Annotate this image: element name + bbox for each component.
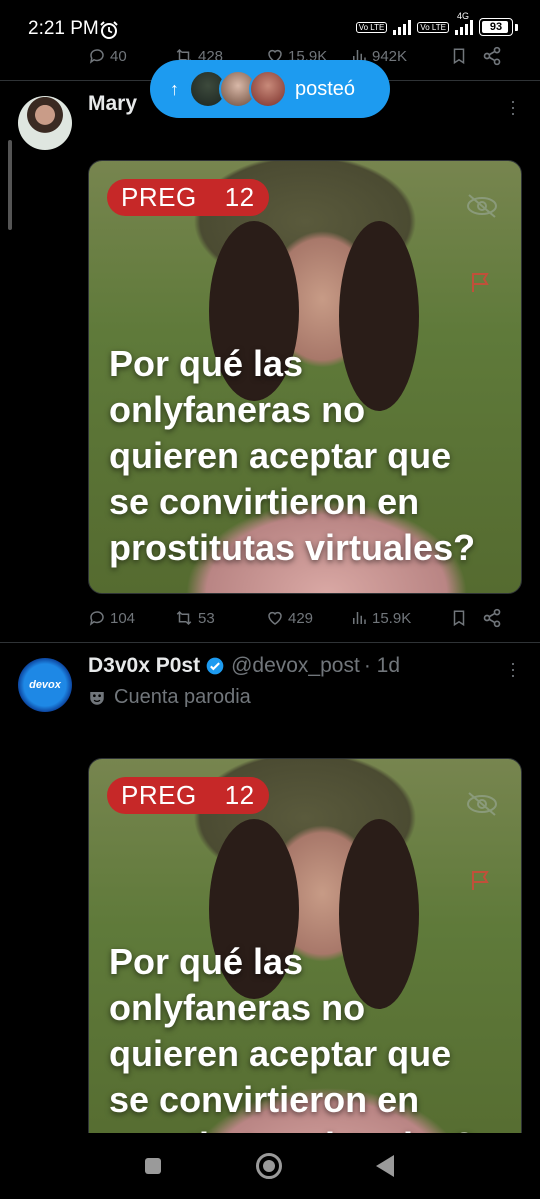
signal-icon: [393, 19, 412, 35]
views-button[interactable]: 15.9K: [350, 609, 450, 627]
recents-button[interactable]: [145, 1158, 161, 1174]
views-count: 15.9K: [372, 609, 412, 627]
share-button[interactable]: [482, 608, 506, 628]
eye-off-icon[interactable]: [465, 193, 499, 219]
tweet-author-name[interactable]: D3v0x P0st: [88, 654, 200, 678]
tweet-header: D3v0x P0st @devox_post · 1d: [88, 654, 400, 678]
new-posts-pill[interactable]: ↑ posteó: [150, 60, 390, 118]
parody-label: Cuenta parodia: [88, 686, 251, 709]
reply-icon: [89, 49, 104, 64]
tweet-handle[interactable]: @devox_post: [231, 654, 360, 678]
views-count: 942K: [372, 47, 408, 65]
share-icon: [483, 46, 501, 66]
home-button[interactable]: [256, 1153, 282, 1179]
bookmark-icon: [453, 610, 465, 627]
tweet-author-name[interactable]: Mary: [88, 92, 137, 116]
bookmark-button[interactable]: [450, 608, 482, 628]
avatar[interactable]: [18, 96, 72, 150]
network-type: 4G: [457, 11, 470, 21]
signal-4g-icon: 4G: [455, 11, 473, 35]
bookmark-icon: [453, 48, 465, 65]
eye-off-icon[interactable]: [465, 791, 499, 817]
flag-icon: [472, 871, 489, 890]
tweet-media[interactable]: PREG 12 Por qué las onlyfaneras no quiere…: [88, 758, 522, 1180]
tweet-actions: 104 53 429 15.9K: [88, 605, 518, 631]
verified-badge-icon: [206, 657, 224, 675]
avatar-logo-text: devox: [29, 679, 61, 691]
reply-count: 104: [110, 609, 136, 627]
media-headline: Por qué las onlyfaneras no quieren acept…: [109, 343, 476, 568]
avatar[interactable]: devox: [18, 658, 72, 712]
flag-icon: [472, 273, 489, 292]
retweet-icon: [176, 610, 192, 626]
retweet-count: 53: [198, 609, 215, 627]
bookmark-button[interactable]: [450, 46, 482, 66]
reply-button[interactable]: 104: [88, 609, 174, 627]
avatar: [249, 70, 287, 108]
share-button[interactable]: [482, 46, 506, 66]
battery-level: 93: [489, 21, 503, 33]
category-badge: PREG 12: [107, 777, 269, 814]
reply-icon: [89, 611, 104, 626]
pill-avatars: [189, 70, 287, 108]
pill-label: posteó: [295, 77, 356, 100]
reply-count: 40: [110, 47, 127, 65]
share-icon: [483, 608, 501, 628]
tweet-time: · 1d: [363, 654, 400, 677]
heart-icon: [268, 611, 282, 625]
volte-badge: Vo LTE: [355, 21, 388, 33]
status-time: 2:21 PM: [28, 18, 99, 39]
like-count: 429: [288, 609, 314, 627]
arrow-up-icon: ↑: [170, 78, 179, 99]
divider: [0, 642, 540, 643]
system-nav-bar: [0, 1133, 540, 1199]
status-indicators: Vo LTE Vo LTE 4G 93: [355, 11, 518, 36]
parody-text: Cuenta parodia: [114, 686, 251, 708]
scrollbar[interactable]: [8, 140, 12, 230]
alarm-clock-icon: [100, 21, 118, 39]
like-button[interactable]: 429: [266, 609, 350, 627]
battery-icon: 93: [479, 18, 513, 36]
retweet-button[interactable]: 53: [174, 609, 266, 627]
back-button[interactable]: [376, 1155, 394, 1177]
views-icon: [353, 612, 366, 624]
mask-icon: [90, 691, 104, 705]
category-badge: PREG 12: [107, 179, 269, 216]
reply-button[interactable]: 40: [88, 47, 174, 65]
tweet-media[interactable]: PREG 12 Por qué las onlyfaneras no quiere…: [88, 160, 522, 594]
more-options-icon[interactable]: · · ·: [508, 92, 518, 122]
more-options-icon[interactable]: · · ·: [508, 654, 518, 684]
volte-badge-2: Vo LTE: [417, 21, 449, 33]
